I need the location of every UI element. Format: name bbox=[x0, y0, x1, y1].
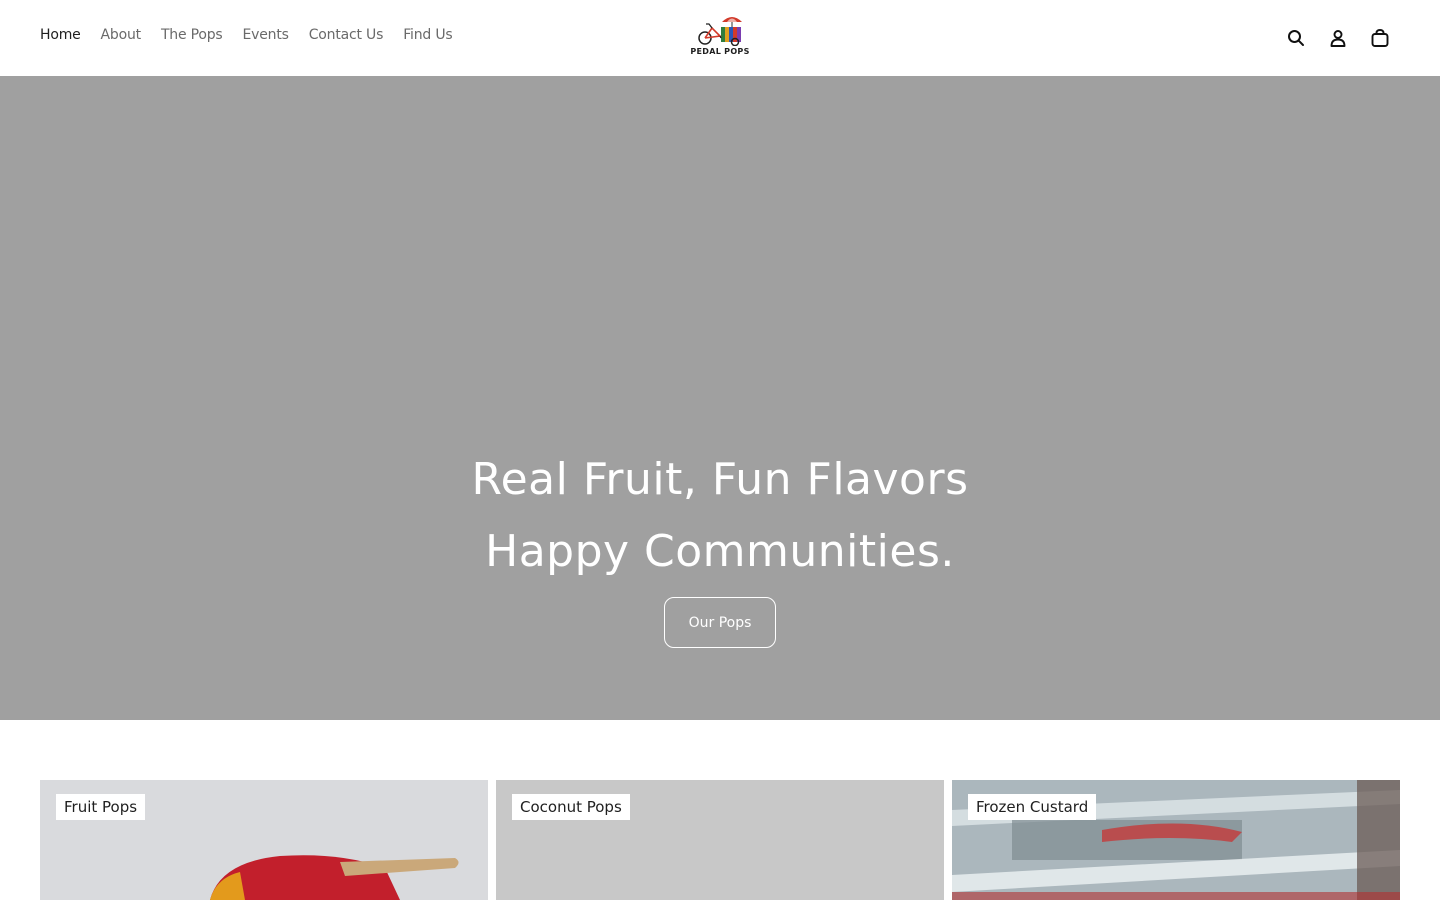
collection-label: Coconut Pops bbox=[512, 794, 630, 820]
hero-banner: Real Fruit, Fun Flavors Happy Communitie… bbox=[0, 76, 1440, 720]
nav-about[interactable]: About bbox=[101, 27, 142, 43]
pedal-pops-logo-icon bbox=[698, 17, 742, 46]
hero-title: Real Fruit, Fun Flavors Happy Communitie… bbox=[0, 444, 1440, 588]
collection-label: Frozen Custard bbox=[968, 794, 1097, 820]
nav-contact-us[interactable]: Contact Us bbox=[309, 27, 384, 43]
header-actions bbox=[1286, 27, 1390, 49]
hero-title-line-1: Real Fruit, Fun Flavors bbox=[471, 454, 969, 505]
main-nav: Home About The Pops Events Contact Us Fi… bbox=[40, 27, 472, 43]
collection-card-coconut-pops[interactable]: Coconut Pops bbox=[496, 780, 944, 900]
account-icon[interactable] bbox=[1328, 27, 1348, 49]
collection-list: Fruit Pops Coconut Pops Frozen Custard bbox=[40, 780, 1400, 900]
nav-the-pops[interactable]: The Pops bbox=[161, 27, 223, 43]
collection-label: Fruit Pops bbox=[56, 794, 146, 820]
our-pops-button[interactable]: Our Pops bbox=[664, 597, 776, 648]
site-header: Home About The Pops Events Contact Us Fi… bbox=[0, 0, 1440, 76]
nav-find-us[interactable]: Find Us bbox=[403, 27, 452, 43]
cart-icon[interactable] bbox=[1370, 27, 1390, 49]
hero-title-line-2: Happy Communities. bbox=[485, 526, 955, 577]
nav-home[interactable]: Home bbox=[40, 27, 81, 43]
nav-events[interactable]: Events bbox=[243, 27, 289, 43]
collection-card-frozen-custard[interactable]: Frozen Custard bbox=[952, 780, 1400, 900]
brand-logo[interactable]: PEDAL POPS bbox=[690, 14, 750, 62]
logo-text: PEDAL POPS bbox=[690, 47, 750, 56]
collection-card-fruit-pops[interactable]: Fruit Pops bbox=[40, 780, 488, 900]
search-icon[interactable] bbox=[1286, 27, 1306, 49]
